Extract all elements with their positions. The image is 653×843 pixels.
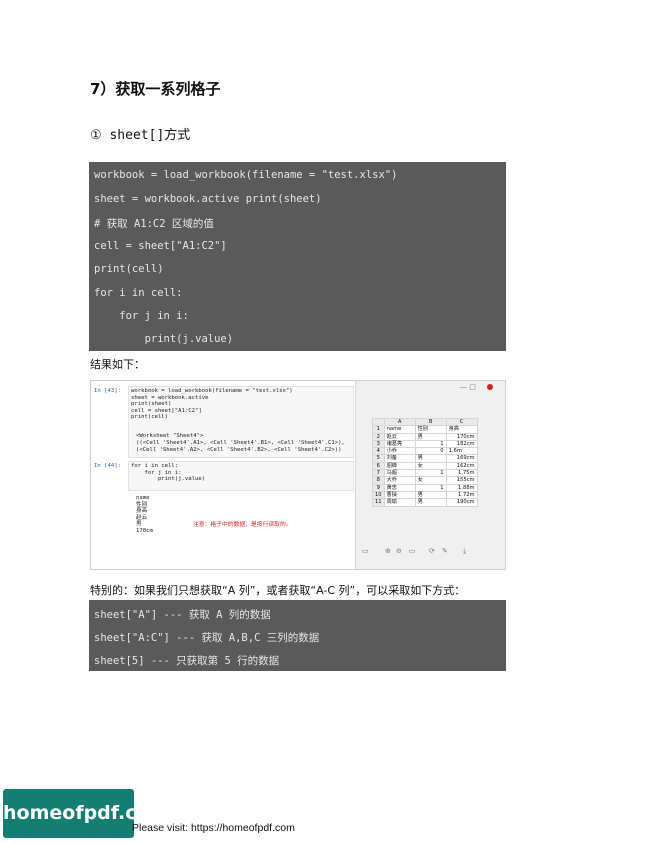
row-number: 5 xyxy=(372,454,385,463)
row-number: 6 xyxy=(372,461,385,471)
table-cell: 男 xyxy=(414,432,447,441)
table-cell: 大乔 xyxy=(383,476,416,485)
code-line: print(cell) xyxy=(94,263,164,275)
row-number: 9 xyxy=(372,483,385,492)
zoom-out-icon[interactable]: ⊖ xyxy=(396,547,402,555)
table-cell: 170cm xyxy=(445,432,478,441)
table-cell: 1.75m xyxy=(445,469,478,478)
cell-code-line: for j in i: xyxy=(131,469,182,476)
cell-output-line: ((<Cell 'Sheet4'.A1>, <Cell 'Sheet4'.B1>… xyxy=(136,440,345,446)
table-cell: 169cm xyxy=(445,454,478,463)
code-line: workbook = load_workbook(filename = "tes… xyxy=(94,169,398,181)
row-number: 3 xyxy=(372,439,385,449)
code-line: for i in cell: xyxy=(94,287,183,299)
image-viewer: — □ A B C 1 name 性别 身高 2 赵云男 170cm 3 诸葛亮 1 182cm… xyxy=(355,381,505,569)
row-number: 2 xyxy=(372,432,385,441)
table-cell: 162cm xyxy=(445,461,478,471)
table-cell: 男 xyxy=(414,498,447,507)
code-line: print(j.value) xyxy=(94,333,234,345)
row-number: 4 xyxy=(372,447,385,456)
fullscreen-icon[interactable]: ▭ xyxy=(409,547,416,555)
column-header: B xyxy=(414,417,447,427)
table-cell: 刘备 xyxy=(383,454,416,463)
table-cell: 赵云 xyxy=(383,432,416,441)
cell-output-line: name xyxy=(136,495,150,501)
cell-output-line: 170cm xyxy=(136,527,153,534)
table-cell: 155cm xyxy=(445,476,478,485)
code-line: for j in i: xyxy=(94,310,189,322)
column-header: C xyxy=(445,417,478,427)
row-number: 8 xyxy=(372,476,385,485)
zoom-in-icon[interactable]: ⊕ xyxy=(385,547,391,555)
cell-output-line: 男 xyxy=(136,521,142,527)
footer-text: Please visit: https://homeofpdf.com xyxy=(132,822,295,834)
section-heading: 7）获取一系列格子 xyxy=(90,80,221,98)
spreadsheet-table: A B C 1 name 性别 身高 2 赵云男 170cm 3 诸葛亮 1 182cm 4 小乔… xyxy=(372,417,478,507)
table-cell: 0 xyxy=(414,447,447,456)
table-cell: 1.72m xyxy=(445,490,478,500)
site-logo[interactable]: homeofpdf.com xyxy=(3,789,169,838)
rotate-icon[interactable]: ⟳ xyxy=(429,547,435,555)
code-line: sheet["A"] --- 获取 A 列的数据 xyxy=(94,609,271,621)
cell-code-line: print(cell) xyxy=(131,414,169,420)
table-cell: 1 xyxy=(414,439,447,449)
result-label: 结果如下： xyxy=(90,358,145,371)
cell-prompt: In [44]: xyxy=(94,463,121,469)
code-block-2: sheet["A"] --- 获取 A 列的数据 sheet["A:C"] --… xyxy=(89,600,506,671)
cell-code-line: print(sheet) xyxy=(131,401,172,407)
cell-code-line: for i in cell: xyxy=(131,463,179,469)
code-line: sheet[5] --- 只获取第 5 行的数据 xyxy=(94,655,280,667)
table-cell: 周瑜 xyxy=(383,498,416,507)
table-cell: 小乔 xyxy=(383,447,416,456)
table-cell: 黄忠 xyxy=(383,483,416,492)
window-controls[interactable]: — □ xyxy=(460,383,476,391)
table-cell: 男 xyxy=(414,454,447,463)
table-cell: 男 xyxy=(414,490,447,500)
cell-output-line: 性别 xyxy=(136,501,148,508)
table-cell: 1.88m xyxy=(445,483,478,492)
table-cell: 190cm xyxy=(445,498,478,507)
code-block-1: workbook = load_workbook(filename = "tes… xyxy=(89,162,506,351)
cell-code-line: workbook = load_workbook(filename = "tes… xyxy=(131,388,293,394)
cell-output-line: (<Cell 'Sheet4'.A2>, <Cell 'Sheet4'.B2>,… xyxy=(136,447,342,453)
table-cell: 性别 xyxy=(414,425,447,434)
row-number: 11 xyxy=(372,498,385,507)
cell-prompt: In [43]: xyxy=(94,388,121,394)
code-line: sheet["A:C"] --- 获取 A,B,C 三列的数据 xyxy=(94,632,320,644)
table-cell: 182cm xyxy=(445,439,478,449)
table-cell: 1 xyxy=(414,469,447,478)
row-number: 7 xyxy=(372,469,385,478)
table-cell: 女 xyxy=(414,476,447,485)
cell-output-line: <Worksheet "Sheet4"> xyxy=(136,433,204,439)
corner-cell xyxy=(372,417,385,427)
sub-heading: ① sheet[]方式 xyxy=(90,128,191,143)
cell-output-line: 身高 xyxy=(136,508,148,514)
cell-code-line: sheet = workbook.active xyxy=(131,394,209,401)
note-text: 注意：格子中的数据，是按行读取的。 xyxy=(193,522,292,528)
download-icon[interactable]: ⤓ xyxy=(463,547,466,556)
table-cell: 1.6m xyxy=(445,447,478,456)
code-line: sheet = workbook.active print(sheet) xyxy=(94,193,322,205)
table-cell: name xyxy=(383,425,416,434)
cell-code-line: print(j.value) xyxy=(131,476,206,482)
column-header: A xyxy=(383,417,416,427)
code-line: cell = sheet["A1:C2"] xyxy=(94,240,227,252)
table-cell: 曹操 xyxy=(383,490,416,500)
table-cell: 马超 xyxy=(383,469,416,478)
intro-text: 特别的：如果我们只想获取“A 列”，或者获取“A-C 列”，可以采取如下方式： xyxy=(90,584,466,597)
result-screenshot: In [43]: workbook = load_workbook(filena… xyxy=(90,380,506,570)
table-cell: 女 xyxy=(414,461,447,471)
cell-output-line: 赵云 xyxy=(136,514,148,521)
table-cell: 1 xyxy=(414,483,447,492)
code-line: # 获取 A1:C2 区域的值 xyxy=(94,218,214,230)
app-icon xyxy=(487,384,493,390)
row-number: 1 xyxy=(372,425,385,434)
row-number: 10 xyxy=(372,490,385,500)
edit-icon[interactable]: ✎ xyxy=(442,547,448,555)
fit-icon[interactable]: ▭ xyxy=(362,547,369,555)
table-cell: 貂蝉 xyxy=(383,461,416,471)
cell-code-line: cell = sheet["A1:C2"] xyxy=(131,407,202,414)
table-cell: 诸葛亮 xyxy=(383,439,416,449)
table-cell: 身高 xyxy=(445,425,478,434)
